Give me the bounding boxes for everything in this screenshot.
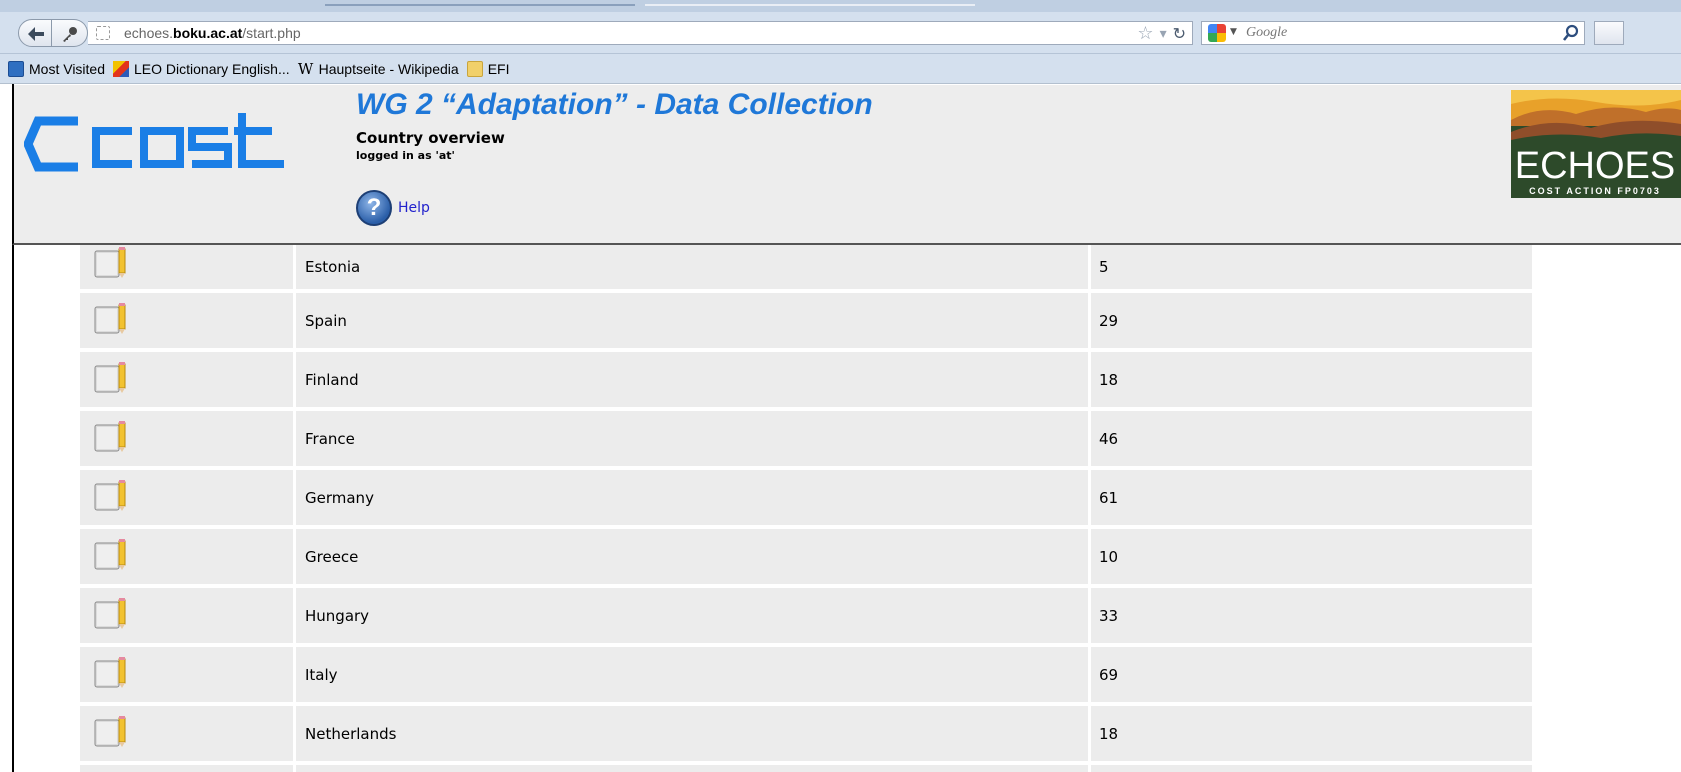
edit-cell[interactable] — [80, 529, 296, 584]
edit-notebook-icon[interactable] — [93, 596, 127, 630]
edit-notebook-icon[interactable] — [93, 301, 127, 335]
google-engine-icon[interactable] — [1208, 24, 1226, 42]
country-count: 33 — [1099, 606, 1119, 625]
most-visited-icon — [8, 60, 24, 77]
login-status: logged in as 'at' — [356, 149, 455, 162]
svg-text:ECHOES: ECHOES — [1515, 145, 1675, 187]
country-count: 61 — [1099, 488, 1119, 507]
folder-icon — [466, 60, 483, 77]
tab-strip — [0, 0, 1681, 12]
echoes-logo: ECHOES COST ACTION FP0703 — [1511, 90, 1681, 198]
engine-dropdown-icon[interactable]: ▼ — [1230, 27, 1237, 37]
page-favicon-icon — [96, 26, 110, 40]
country-name: Netherlands — [296, 706, 1091, 761]
table-row-partial — [80, 765, 1532, 772]
bookmark-label: Most Visited — [29, 60, 105, 77]
table-row: Netherlands 18 — [80, 706, 1532, 765]
country-name: Finland — [296, 352, 1091, 407]
edit-cell[interactable] — [80, 293, 296, 348]
page-header: cost WG 2 “Adaptation” - Data Collection… — [12, 85, 1681, 245]
country-count: 10 — [1099, 547, 1119, 566]
edit-notebook-icon[interactable] — [93, 537, 127, 571]
reload-icon[interactable]: ↻ — [1173, 24, 1186, 43]
edit-cell[interactable] — [80, 647, 296, 702]
country-name: Hungary — [296, 588, 1091, 643]
help-icon: ? — [356, 190, 392, 226]
country-name: Estonia — [296, 245, 1091, 289]
edit-notebook-icon[interactable] — [93, 714, 127, 748]
back-arrow-icon — [28, 27, 44, 41]
edit-notebook-icon[interactable] — [93, 360, 127, 394]
search-placeholder: Google — [1246, 25, 1288, 40]
country-count: 18 — [1099, 370, 1119, 389]
country-name: Spain — [296, 293, 1091, 348]
bookmark-efi[interactable]: EFI — [466, 60, 510, 77]
leo-icon — [113, 60, 129, 77]
table-row: Finland 18 — [80, 352, 1532, 411]
country-name — [296, 765, 1091, 772]
url-controls: ☆ ▾ ↻ — [1137, 23, 1186, 44]
search-icon[interactable] — [1562, 24, 1580, 42]
help-label: Help — [398, 200, 430, 216]
table-row: Estonia 5 — [80, 245, 1532, 293]
table-row: Hungary 33 — [80, 588, 1532, 647]
edit-notebook-icon[interactable] — [93, 245, 127, 279]
edit-cell[interactable] — [80, 245, 296, 289]
toolbar-overflow-button[interactable] — [1594, 21, 1624, 45]
country-count: 69 — [1099, 665, 1119, 684]
svg-text:cost: cost — [24, 109, 27, 110]
navigation-toolbar: echoes.boku.ac.at/start.php ☆ ▾ ↻ ▼ Goog… — [0, 12, 1681, 54]
help-link[interactable]: ? Help — [356, 190, 430, 226]
edit-notebook-icon[interactable] — [93, 655, 127, 689]
country-count: 5 — [1099, 258, 1109, 276]
bookmark-label: LEO Dictionary English... — [134, 60, 290, 77]
country-count: 29 — [1099, 311, 1119, 330]
url-text: echoes.boku.ac.at/start.php — [124, 25, 301, 41]
country-name: Greece — [296, 529, 1091, 584]
edit-cell[interactable] — [80, 588, 296, 643]
country-name: Italy — [296, 647, 1091, 702]
edit-cell[interactable] — [80, 765, 296, 772]
table-row: Germany 61 — [80, 470, 1532, 529]
bookmark-star-icon[interactable]: ☆ — [1137, 23, 1153, 44]
site-identity-button[interactable] — [52, 19, 88, 47]
table-row: Italy 69 — [80, 647, 1532, 706]
country-name: France — [296, 411, 1091, 466]
svg-text:COST ACTION FP0703: COST ACTION FP0703 — [1529, 186, 1661, 196]
bookmark-leo-dictionary[interactable]: LEO Dictionary English... — [113, 60, 290, 77]
bookmark-wikipedia[interactable]: W Hauptseite - Wikipedia — [298, 61, 459, 77]
address-bar[interactable]: echoes.boku.ac.at/start.php ☆ ▾ ↻ — [88, 21, 1193, 45]
back-button[interactable] — [18, 19, 52, 47]
country-count: 46 — [1099, 429, 1119, 448]
edit-cell[interactable] — [80, 352, 296, 407]
wikipedia-icon: W — [297, 59, 314, 78]
country-name: Germany — [296, 470, 1091, 525]
cost-logo: cost — [24, 109, 284, 172]
edit-notebook-icon[interactable] — [93, 478, 127, 512]
table-row: France 46 — [80, 411, 1532, 470]
edit-notebook-icon[interactable] — [93, 419, 127, 453]
bookmark-label: Hauptseite - Wikipedia — [318, 60, 459, 77]
bookmark-most-visited[interactable]: Most Visited — [8, 60, 105, 77]
country-table: Estonia 5 Spain 29 Finland 18 France 46 … — [80, 245, 1532, 772]
search-box[interactable]: ▼ Google — [1201, 21, 1585, 45]
key-icon — [63, 27, 77, 42]
bookmark-label: EFI — [487, 60, 510, 77]
edit-cell[interactable] — [80, 706, 296, 761]
history-dropdown-icon[interactable]: ▾ — [1160, 26, 1167, 42]
country-count: 18 — [1099, 724, 1119, 743]
page-title: WG 2 “Adaptation” - Data Collection — [356, 88, 873, 121]
section-title: Country overview — [356, 129, 505, 147]
bookmarks-bar: Most Visited LEO Dictionary English... W… — [0, 54, 1681, 84]
table-row: Spain 29 — [80, 293, 1532, 352]
country-count — [1091, 765, 1532, 772]
table-row: Greece 10 — [80, 529, 1532, 588]
edit-cell[interactable] — [80, 470, 296, 525]
edit-cell[interactable] — [80, 411, 296, 466]
